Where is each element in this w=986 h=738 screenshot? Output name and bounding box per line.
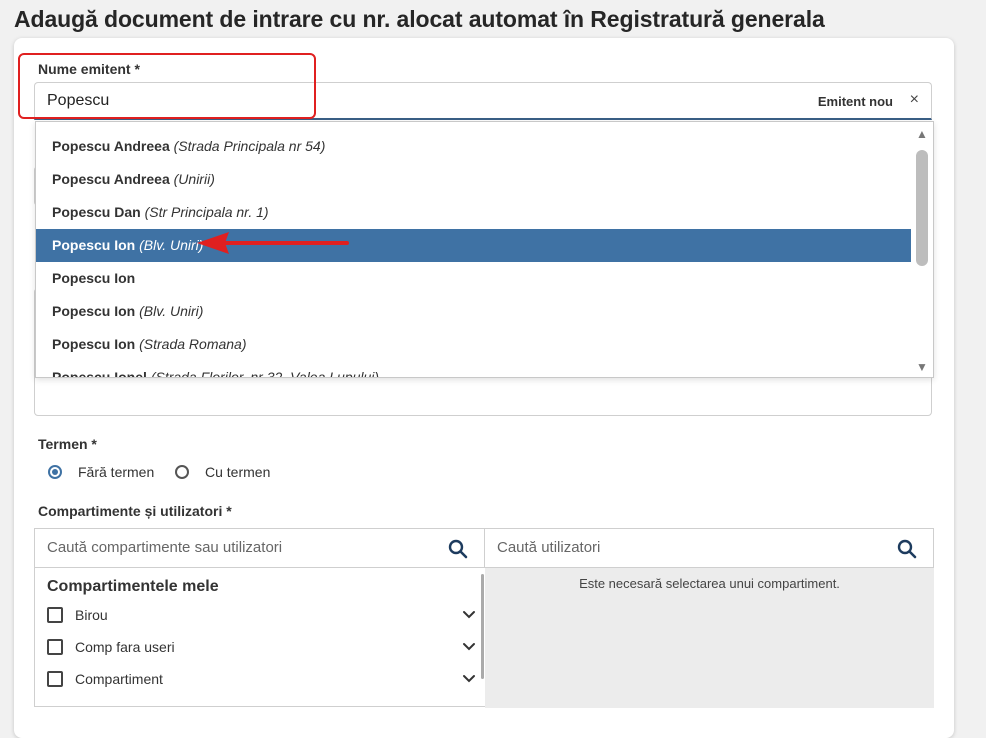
compartiment-item-birou[interactable]: Birou — [47, 604, 477, 628]
annotation-arrow-icon — [197, 232, 349, 254]
emitent-input-value[interactable]: Popescu — [47, 92, 109, 110]
suggestion-item[interactable]: Popescu Andreea (Unirii) — [36, 163, 911, 196]
search-compartimente-placeholder: Caută compartimente sau utilizatori — [47, 539, 283, 556]
checkbox[interactable] — [47, 607, 63, 623]
suggestion-item[interactable]: Popescu Ion — [36, 262, 911, 295]
suggestion-item[interactable]: Popescu Ion (Blv. Uniri) — [36, 295, 911, 328]
suggestion-item[interactable]: Popescu Andreea (Strada Principala nr 54… — [36, 130, 911, 163]
checkbox[interactable] — [47, 671, 63, 687]
emitent-suggestions-dropdown: Popescu Andreea (Strada Principala nr 54… — [35, 121, 934, 378]
radio-cu-termen[interactable] — [175, 465, 189, 479]
suggestion-item-selected[interactable]: Popescu Ion (Blv. Uniri) — [36, 229, 911, 262]
utilizatori-pane: Este necesară selectarea unui compartime… — [485, 568, 934, 708]
search-utilizatori-input[interactable]: Caută utilizatori — [484, 528, 934, 568]
suggestion-item[interactable]: Popescu Ion (Strada Romana) — [36, 328, 911, 361]
page-title: Adaugă document de intrare cu nr. alocat… — [14, 6, 825, 32]
emitent-label: Nume emitent * — [38, 61, 140, 77]
scroll-down-icon[interactable]: ▼ — [914, 361, 930, 373]
chevron-down-icon[interactable] — [461, 606, 477, 622]
list-scrollbar[interactable] — [481, 574, 484, 679]
radio-cu-termen-label[interactable]: Cu termen — [205, 464, 270, 480]
checkbox[interactable] — [47, 639, 63, 655]
compartiment-label: Compartiment — [75, 671, 163, 687]
search-icon[interactable] — [448, 539, 468, 559]
compartiment-item-comp-fara-useri[interactable]: Comp fara useri — [47, 636, 477, 660]
compartiment-label: Comp fara useri — [75, 639, 175, 655]
dropdown-scrollbar[interactable] — [916, 150, 928, 266]
compartiment-label: Birou — [75, 607, 108, 623]
emitent-input[interactable]: Popescu Emitent nou × — [34, 82, 932, 120]
empty-message: Este necesară selectarea unui compartime… — [579, 576, 840, 591]
compartiment-item-compartiment[interactable]: Compartiment — [47, 668, 477, 692]
suggestion-item[interactable]: Popescu Dan (Str Principala nr. 1) — [36, 196, 911, 229]
section-heading: Compartimentele mele — [47, 578, 219, 595]
radio-fara-termen-label[interactable]: Fără termen — [78, 464, 154, 480]
compartimente-label: Compartimente și utilizatori * — [38, 503, 232, 519]
scroll-up-icon[interactable]: ▲ — [914, 128, 930, 140]
termen-label: Termen * — [38, 436, 97, 452]
search-utilizatori-placeholder: Caută utilizatori — [497, 539, 601, 556]
compartimente-lists: Compartimentele mele Birou Comp fara use… — [34, 567, 934, 708]
radio-fara-termen[interactable] — [48, 465, 62, 479]
new-emitent-button[interactable]: Emitent nou — [818, 94, 893, 109]
search-icon[interactable] — [897, 539, 917, 559]
clear-icon[interactable]: × — [910, 91, 919, 109]
chevron-down-icon[interactable] — [461, 638, 477, 654]
chevron-down-icon[interactable] — [461, 670, 477, 686]
search-compartimente-input[interactable]: Caută compartimente sau utilizatori — [34, 528, 485, 568]
suggestion-item[interactable]: Popescu Ionel (Strada Florilor, nr 32, V… — [36, 361, 911, 377]
